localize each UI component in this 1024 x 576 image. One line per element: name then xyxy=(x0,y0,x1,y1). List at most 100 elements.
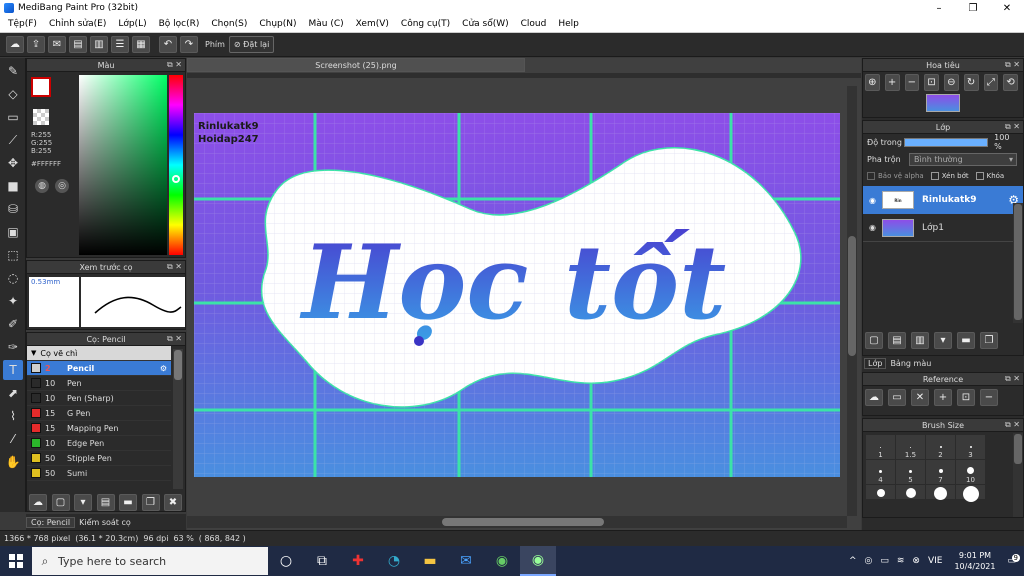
brush-size-scrollbar[interactable] xyxy=(1013,433,1023,517)
brush-size-cell[interactable] xyxy=(866,485,895,499)
brush-size-cell[interactable] xyxy=(896,485,925,499)
brush-item[interactable]: 10 Pen xyxy=(27,376,171,391)
chat-icon[interactable]: ✉ xyxy=(48,36,66,53)
select-eraser-tool-icon[interactable]: ✑ xyxy=(3,337,23,357)
reference-fit-icon[interactable]: ⊡ xyxy=(957,389,975,406)
brush-list-scrollbar[interactable] xyxy=(173,349,183,489)
panel-close-icon[interactable]: ⧉ ✕ xyxy=(1005,122,1020,132)
brush-size-cell[interactable]: 1.5 xyxy=(896,435,925,459)
language-indicator[interactable]: VIE xyxy=(928,556,943,566)
menu-window[interactable]: Cửa sổ(W) xyxy=(462,19,508,29)
brush-item[interactable]: 10 Edge Pen xyxy=(27,436,171,451)
green-app-icon[interactable]: ◉ xyxy=(484,546,520,576)
new-layer-icon[interactable]: ▢ xyxy=(865,331,883,349)
undo-icon[interactable]: ↶ xyxy=(159,36,177,53)
panel-close-icon[interactable]: ⧉ ✕ xyxy=(167,262,182,272)
expand-icon[interactable]: ⤢ xyxy=(983,74,999,91)
operation-tool-icon[interactable]: ⬈ xyxy=(3,383,23,403)
panel-close-icon[interactable]: ⧉ ✕ xyxy=(167,60,182,70)
transparent-swatch[interactable] xyxy=(33,109,49,125)
protect-alpha-checkbox[interactable] xyxy=(867,172,875,180)
navigator-thumbnail[interactable] xyxy=(926,94,960,112)
horizontal-scroll-thumb[interactable] xyxy=(442,518,604,526)
eyedropper-tool-icon[interactable]: ⌇ xyxy=(3,406,23,426)
vertical-scroll-thumb[interactable] xyxy=(848,236,856,356)
task-view-icon[interactable]: ⧉ xyxy=(304,546,340,576)
horizontal-scrollbar[interactable] xyxy=(187,516,847,528)
duplicate-layer-icon[interactable]: ❐ xyxy=(980,331,998,349)
cortana-icon[interactable]: ○ xyxy=(268,546,304,576)
menu-edit[interactable]: Chỉnh sửa(E) xyxy=(49,19,106,29)
visibility-icon[interactable]: ◉ xyxy=(869,196,876,205)
tab-layer[interactable]: Lớp xyxy=(864,357,887,369)
layer-item-rinlukatk9[interactable]: ◉ Rin Rinlukatk9 ⚙ xyxy=(863,186,1023,214)
wifi-icon[interactable]: ≋ xyxy=(897,556,905,566)
document-icon[interactable]: ▥ xyxy=(90,36,108,53)
brush-size-cell[interactable]: 4 xyxy=(866,460,895,484)
folder-icon[interactable]: ▬ xyxy=(119,493,137,511)
document-tab[interactable]: Screenshot (25).png xyxy=(187,58,525,72)
close-reference-icon[interactable]: ✕ xyxy=(911,389,929,406)
zoom-small-icon[interactable]: ⊖ xyxy=(944,74,959,91)
menu-cloud[interactable]: Cloud xyxy=(521,19,547,29)
minimize-button[interactable]: – xyxy=(922,0,956,16)
grid-icon[interactable]: ▦ xyxy=(132,36,150,53)
reset-view-icon[interactable]: ⟲ xyxy=(1003,74,1018,91)
hue-slider-handle[interactable] xyxy=(172,175,180,183)
cloud-brush-icon[interactable]: ☁ xyxy=(29,493,47,511)
brush-item[interactable]: 15 G Pen xyxy=(27,406,171,421)
fill-rect-tool-icon[interactable]: ■ xyxy=(3,176,23,196)
trash-icon[interactable]: ✖ xyxy=(164,493,182,511)
gear-icon[interactable]: ⚙ xyxy=(160,364,167,373)
line-tool-icon[interactable]: ⟋ xyxy=(3,130,23,150)
menu-snap[interactable]: Chụp(N) xyxy=(259,19,296,29)
brush-document-icon[interactable]: ▤ xyxy=(96,493,115,511)
file-explorer-icon[interactable]: ▬ xyxy=(412,546,448,576)
select-tool-icon[interactable]: ⬚ xyxy=(3,245,23,265)
tab-brush-control[interactable]: Kiểm soát cọ xyxy=(75,518,135,527)
menu-filter[interactable]: Bộ lọc(R) xyxy=(159,19,200,29)
volume-mute-icon[interactable]: ⊗ xyxy=(912,556,920,566)
brush-item[interactable]: 10 Pen (Sharp) xyxy=(27,391,171,406)
layer-item-lop1[interactable]: ◉ Lớp1 xyxy=(863,214,1023,242)
fit-icon[interactable]: ⊡ xyxy=(924,74,939,91)
zoom-in-icon[interactable]: + xyxy=(884,74,900,91)
clock[interactable]: 9:01 PM 10/4/2021 xyxy=(954,550,995,572)
tab-brush[interactable]: Cọ: Pencil xyxy=(26,516,76,528)
open-folder-icon[interactable]: ▭ xyxy=(888,389,906,406)
foreground-color-swatch[interactable] xyxy=(31,77,51,97)
hand-tool-icon[interactable]: ✋ xyxy=(3,452,23,472)
visibility-icon[interactable]: ◉ xyxy=(869,223,876,232)
text-tool-icon[interactable]: T xyxy=(3,360,23,380)
panel-close-icon[interactable]: ⧉ ✕ xyxy=(1005,420,1020,430)
brush-size-cell[interactable]: 7 xyxy=(926,460,955,484)
add-brush-icon[interactable]: ▾ xyxy=(74,493,92,511)
menu-view[interactable]: Xem(V) xyxy=(356,19,389,29)
layer-folder-icon[interactable]: ▬ xyxy=(957,331,975,349)
hue-slider[interactable] xyxy=(169,75,183,255)
menu-layer[interactable]: Lớp(L) xyxy=(118,19,146,29)
notification-icon[interactable]: ▭ 9 xyxy=(1007,554,1020,566)
add-layer-dropdown-icon[interactable]: ▾ xyxy=(934,331,952,349)
gradient-tool-icon[interactable]: ▣ xyxy=(3,222,23,242)
brush-size-cell[interactable]: 3 xyxy=(956,435,985,459)
duplicate-icon[interactable]: ❐ xyxy=(141,493,160,511)
upload-icon[interactable]: ⇪ xyxy=(27,36,45,53)
chevron-up-icon[interactable]: ^ xyxy=(849,556,857,566)
blend-mode-select[interactable]: Bình thường ▾ xyxy=(909,152,1017,166)
magic-wand-tool-icon[interactable]: ✦ xyxy=(3,291,23,311)
panel-close-icon[interactable]: ⧉ ✕ xyxy=(167,334,182,344)
new-layer-copy-icon[interactable]: ▤ xyxy=(888,331,906,349)
palette-icon[interactable]: ◍ xyxy=(35,179,49,193)
palette-settings-icon[interactable]: ◎ xyxy=(55,179,69,193)
cloud-reference-icon[interactable]: ☁ xyxy=(865,389,883,406)
brush-item[interactable]: 2 Pencil ⚙ xyxy=(27,361,171,376)
saturation-value-picker[interactable] xyxy=(79,75,167,255)
brush-size-cell[interactable] xyxy=(956,485,985,502)
medibang-app-icon[interactable]: ◉ xyxy=(520,546,556,576)
new-brush-icon[interactable]: ▢ xyxy=(51,493,70,511)
zoom-out-icon[interactable]: − xyxy=(904,74,920,91)
redo-icon[interactable]: ↷ xyxy=(180,36,198,53)
panel-close-icon[interactable]: ⧉ ✕ xyxy=(1005,374,1020,384)
taskbar-search[interactable]: ⌕ Type here to search xyxy=(32,547,268,575)
